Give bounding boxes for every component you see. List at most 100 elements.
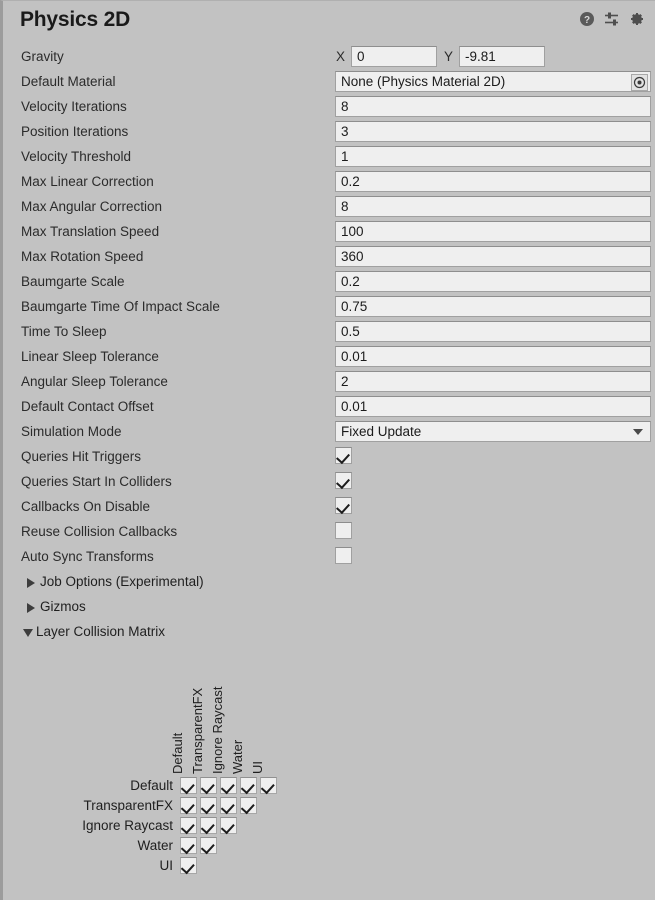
matrix-checkbox[interactable]	[240, 777, 257, 794]
foldout-header[interactable]: Gizmos	[3, 594, 655, 619]
matrix-row-label: Water	[137, 838, 173, 853]
settings-rows: Gravity X 0 Y -9.81 Default Material Non…	[3, 39, 655, 876]
matrix-checkbox[interactable]	[180, 797, 197, 814]
checkbox[interactable]	[335, 497, 352, 514]
chevron-down-icon	[633, 429, 643, 435]
row-numeric: Max Linear Correction 0.2	[3, 169, 655, 194]
row-numeric: Baumgarte Scale 0.2	[3, 269, 655, 294]
numeric-input[interactable]: 0.01	[335, 396, 651, 417]
row-numeric: Max Angular Correction 8	[3, 194, 655, 219]
checkbox[interactable]	[335, 472, 352, 489]
matrix-column-label-text: Default	[169, 732, 185, 774]
matrix-checkbox[interactable]	[260, 777, 277, 794]
default-material-object-field[interactable]: None (Physics Material 2D)	[335, 71, 651, 92]
numeric-input[interactable]: 0.2	[335, 271, 651, 292]
numeric-input[interactable]: 0.75	[335, 296, 651, 317]
field-label: Baumgarte Time Of Impact Scale	[21, 299, 220, 314]
layer-collision-matrix: Default TransparentFX Ignore Raycast Water U…	[3, 656, 655, 876]
matrix-row-label: Ignore Raycast	[82, 818, 173, 833]
checkbox[interactable]	[335, 522, 352, 539]
simulation-mode-label: Simulation Mode	[21, 424, 122, 439]
matrix-column-label: UI	[250, 656, 280, 776]
toggle-label: Queries Hit Triggers	[21, 449, 142, 464]
field-label: Max Angular Correction	[21, 199, 163, 214]
matrix-row: Ignore Raycast	[3, 816, 655, 836]
matrix-checkbox[interactable]	[200, 797, 217, 814]
numeric-input[interactable]: 1	[335, 146, 651, 167]
numeric-input[interactable]: 0.5	[335, 321, 651, 342]
numeric-input[interactable]: 360	[335, 246, 651, 267]
gravity-x-axis-label: X	[336, 49, 346, 64]
field-label: Angular Sleep Tolerance	[21, 374, 168, 389]
toggle-label: Callbacks On Disable	[21, 499, 151, 514]
matrix-row: Water	[3, 836, 655, 856]
matrix-row: TransparentFX	[3, 796, 655, 816]
matrix-row: UI	[3, 856, 655, 876]
numeric-input[interactable]: 100	[335, 221, 651, 242]
page-title: Physics 2D	[20, 8, 131, 31]
checkbox[interactable]	[335, 447, 352, 464]
checkbox[interactable]	[335, 547, 352, 564]
field-label: Linear Sleep Tolerance	[21, 349, 159, 364]
foldout-header[interactable]: Job Options (Experimental)	[3, 569, 655, 594]
row-numeric: Velocity Threshold 1	[3, 144, 655, 169]
settings-gear-icon[interactable]	[629, 11, 645, 27]
row-numeric: Max Rotation Speed 360	[3, 244, 655, 269]
physics-2d-settings-window: Physics 2D ? Gravity X 0 Y -9.81 Default…	[0, 0, 655, 900]
field-label: Baumgarte Scale	[21, 274, 125, 289]
matrix-checkbox[interactable]	[220, 777, 237, 794]
matrix-checkbox[interactable]	[180, 777, 197, 794]
numeric-input[interactable]: 2	[335, 371, 651, 392]
row-toggle: Queries Hit Triggers	[3, 444, 655, 469]
matrix-column-label: Water	[230, 656, 260, 776]
simulation-mode-dropdown[interactable]: Fixed Update	[335, 421, 651, 442]
numeric-rows-container: Velocity Iterations 8 Position Iterations 3…	[3, 94, 655, 419]
matrix-checkbox[interactable]	[180, 857, 197, 874]
header-icon-group: ?	[579, 11, 645, 27]
numeric-input[interactable]: 0.2	[335, 171, 651, 192]
row-numeric: Linear Sleep Tolerance 0.01	[3, 344, 655, 369]
numeric-input[interactable]: 0.01	[335, 346, 651, 367]
matrix-checkbox[interactable]	[180, 817, 197, 834]
numeric-input[interactable]: 8	[335, 96, 651, 117]
numeric-input[interactable]: 8	[335, 196, 651, 217]
help-icon[interactable]: ?	[579, 11, 595, 27]
numeric-input[interactable]: 3	[335, 121, 651, 142]
field-label: Default Contact Offset	[21, 399, 154, 414]
foldout-header[interactable]: Layer Collision Matrix	[3, 619, 655, 644]
default-material-value: None (Physics Material 2D)	[341, 74, 506, 89]
matrix-row-label: TransparentFX	[83, 798, 173, 813]
matrix-checkbox[interactable]	[200, 837, 217, 854]
matrix-checkbox[interactable]	[240, 797, 257, 814]
matrix-checkbox[interactable]	[220, 797, 237, 814]
matrix-row-label: UI	[159, 858, 174, 873]
row-gravity: Gravity X 0 Y -9.81	[3, 44, 655, 69]
chevron-down-icon	[23, 629, 33, 637]
gravity-x-input[interactable]: 0	[351, 46, 437, 67]
matrix-column-label-text: UI	[249, 761, 265, 774]
matrix-row: Default	[3, 776, 655, 796]
matrix-column-label-text: Ignore Raycast	[209, 686, 225, 774]
matrix-checkbox[interactable]	[220, 817, 237, 834]
row-numeric: Default Contact Offset 0.01	[3, 394, 655, 419]
preset-icon[interactable]	[604, 11, 620, 27]
row-numeric: Max Translation Speed 100	[3, 219, 655, 244]
foldout-label: Gizmos	[40, 599, 86, 614]
row-numeric: Angular Sleep Tolerance 2	[3, 369, 655, 394]
row-toggle: Auto Sync Transforms	[3, 544, 655, 569]
row-numeric: Time To Sleep 0.5	[3, 319, 655, 344]
gravity-label: Gravity	[21, 49, 64, 64]
svg-text:?: ?	[584, 15, 590, 26]
matrix-checkbox[interactable]	[180, 837, 197, 854]
matrix-checkbox[interactable]	[200, 817, 217, 834]
row-toggle: Reuse Collision Callbacks	[3, 519, 655, 544]
row-numeric: Baumgarte Time Of Impact Scale 0.75	[3, 294, 655, 319]
window-header: Physics 2D ?	[3, 1, 655, 39]
matrix-checkbox[interactable]	[200, 777, 217, 794]
object-picker-icon[interactable]	[631, 74, 648, 91]
toggle-rows-container: Queries Hit Triggers Queries Start In Col…	[3, 444, 655, 569]
field-label: Velocity Threshold	[21, 149, 132, 164]
matrix-row-label: Default	[130, 778, 173, 793]
gravity-y-input[interactable]: -9.81	[459, 46, 545, 67]
chevron-right-icon	[27, 603, 35, 613]
